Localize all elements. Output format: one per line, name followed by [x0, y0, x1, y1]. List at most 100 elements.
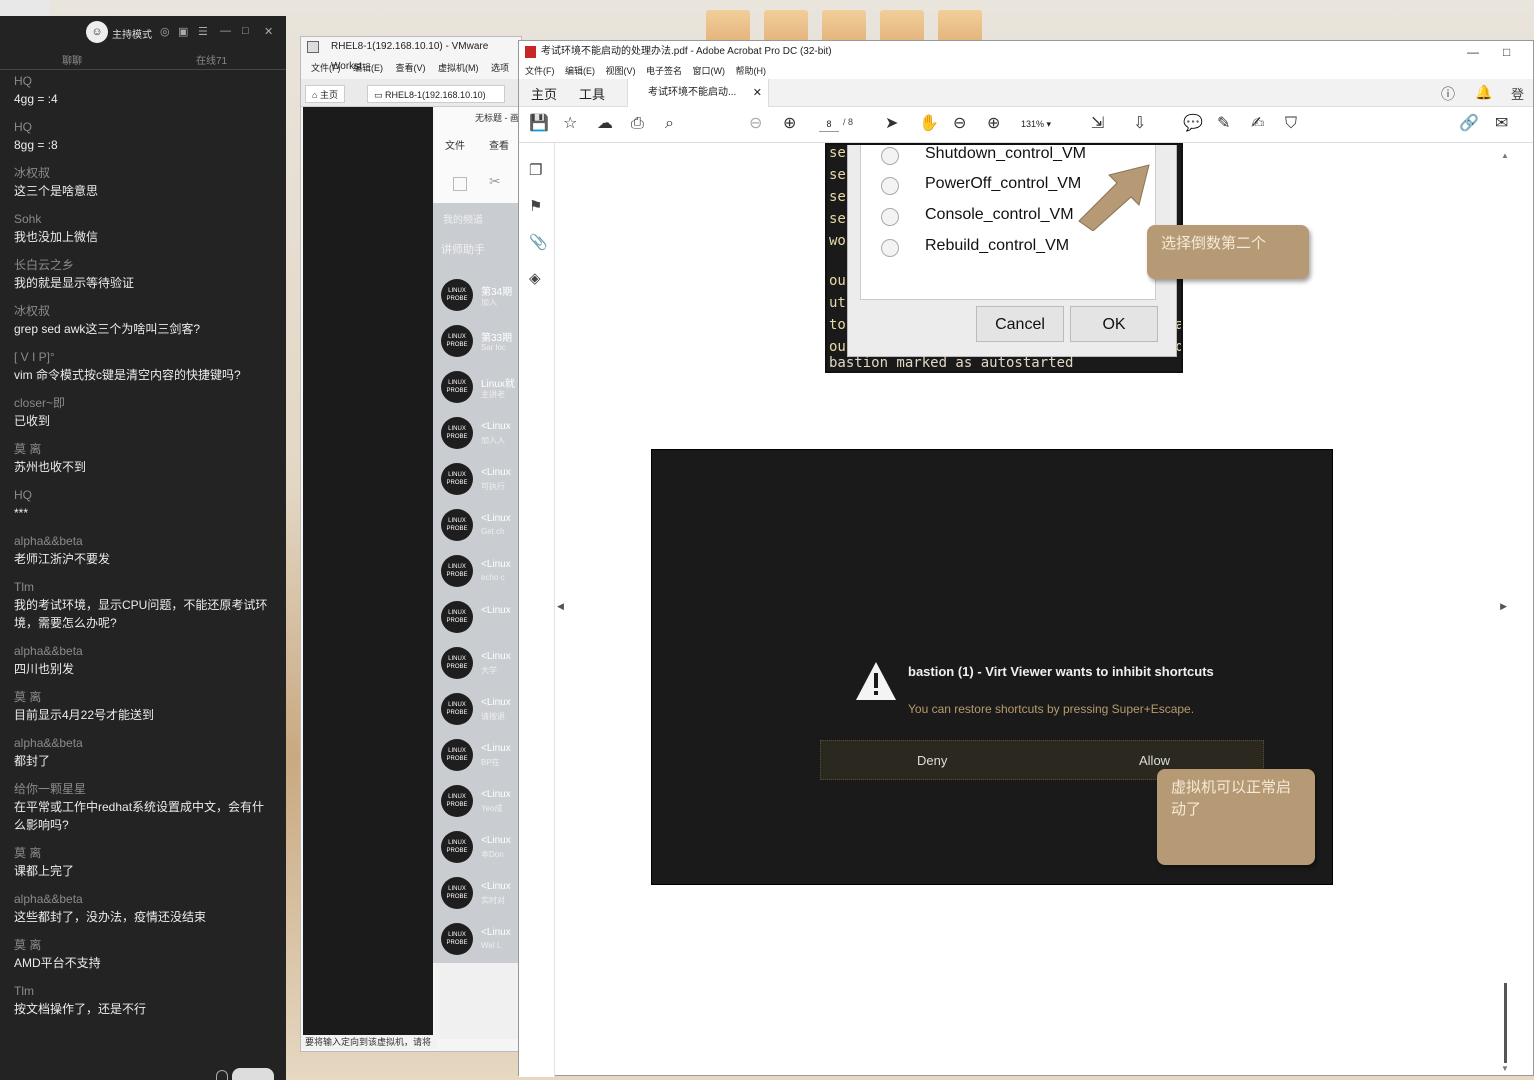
tab-chat[interactable]: 聊聊	[62, 52, 82, 67]
vmware-tab-bar: ⌂ 主页 ▭ RHEL8-1(192.168.10.10)	[301, 79, 521, 107]
message-text: 已收到	[14, 414, 51, 428]
collapse-left-icon[interactable]: ◀	[557, 601, 564, 612]
chat-message: 长白云之乡 我的就是显示等待验证	[14, 256, 274, 292]
print-icon[interactable]: ⎙	[631, 115, 644, 133]
radio-button[interactable]	[881, 177, 899, 195]
list-item[interactable]: LINUX PROBE <Linux 加入入	[441, 417, 521, 453]
desktop-folder-icon[interactable]	[706, 10, 750, 42]
highlight-pen-icon[interactable]: ✎	[1217, 115, 1230, 133]
document-view[interactable]: se se se se wo ou ut to ou c c c c ea id…	[565, 143, 1499, 1073]
desktop-folder-icon[interactable]	[764, 10, 808, 42]
list-item[interactable]: LINUX PROBE Linux就 主讲老	[441, 371, 521, 407]
list-item[interactable]: LINUX PROBE <Linux Yeo成	[441, 785, 521, 821]
document-tab[interactable]: 考试环境不能启动... ✕	[627, 79, 769, 107]
tab-home[interactable]: 主页	[531, 84, 557, 103]
radio-button[interactable]	[881, 239, 899, 257]
desktop-folder-icon[interactable]	[880, 10, 924, 42]
draw-icon[interactable]: ✍	[1251, 115, 1264, 133]
ok-button[interactable]: OK	[1070, 306, 1158, 342]
list-item[interactable]: LINUX PROBE <Linux Wel L	[441, 923, 521, 959]
zoom-out-icon[interactable]: ⊖	[953, 115, 966, 133]
paste-icon[interactable]	[453, 177, 467, 191]
terminal-text: se	[829, 189, 846, 205]
menu-file[interactable]: 文件	[445, 137, 465, 152]
stamp-icon[interactable]: ⛉	[1285, 115, 1297, 133]
desktop-folder-icon[interactable]	[822, 10, 866, 42]
chat-message: 莫 离目前显示4月22号才能送到	[14, 688, 274, 724]
bookmarks-icon[interactable]: ⚑	[529, 197, 542, 215]
list-item-title: <Linux	[481, 927, 511, 938]
radio-button[interactable]	[881, 208, 899, 226]
page-number-input[interactable]: 8	[819, 116, 839, 132]
list-item[interactable]: LINUX PROBE <Linux 实时对	[441, 877, 521, 913]
page-thumbnails-icon[interactable]: ❐	[529, 161, 542, 179]
maximize-button[interactable]: □	[1503, 41, 1510, 63]
linux-probe-logo: LINUX PROBE	[441, 555, 473, 587]
zoom-level-select[interactable]: 131% ▾	[1021, 116, 1071, 132]
list-item-subtitle: echo c	[481, 573, 505, 582]
list-item[interactable]: LINUX PROBE <Linux	[441, 601, 521, 637]
list-item-subtitle: 可执行	[481, 482, 505, 491]
menu-view[interactable]: 查看	[489, 137, 509, 152]
send-button[interactable]	[232, 1068, 274, 1080]
settings-icon[interactable]: ◎	[160, 25, 170, 38]
image-icon[interactable]: ▣	[178, 25, 188, 38]
hand-tool-icon[interactable]: ✋	[919, 115, 939, 133]
upload-cloud-icon[interactable]: ☁	[597, 115, 613, 133]
scroll-down-icon[interactable]: ▼	[1501, 1064, 1509, 1073]
deny-button[interactable]: Deny	[917, 753, 947, 768]
desktop-folder-icon[interactable]	[938, 10, 982, 42]
help-icon[interactable]: ⓘ	[1441, 84, 1455, 104]
allow-button[interactable]: Allow	[1139, 753, 1170, 768]
layers-icon[interactable]: ◈	[529, 269, 541, 287]
tab-home[interactable]: ⌂ 主页	[305, 85, 345, 103]
minimize-icon[interactable]: —	[220, 25, 231, 37]
tab-online[interactable]: 在线71	[196, 52, 227, 67]
scrollbar-thumb[interactable]	[1504, 983, 1507, 1063]
restore-icon[interactable]: □	[242, 25, 249, 37]
list-item[interactable]: LINUX PROBE <Linux echo c	[441, 555, 521, 591]
emoji-icon[interactable]	[216, 1070, 228, 1080]
zoom-in-icon[interactable]: ⊕	[987, 115, 1000, 133]
list-item[interactable]: LINUX PROBE <Linux 本Don	[441, 831, 521, 867]
list-item[interactable]: LINUX PROBE 第33期 Sar loc	[441, 325, 521, 361]
tab-tools[interactable]: 工具	[579, 84, 605, 103]
inner-window-toolbar: 无标题 - 画 文件 查看 ✂	[435, 107, 521, 203]
close-tab-icon[interactable]: ✕	[753, 79, 762, 107]
minimize-button[interactable]: —	[1467, 41, 1479, 63]
scroll-up-icon[interactable]: ▲	[1501, 151, 1509, 160]
list-item[interactable]: LINUX PROBE 第34期 加入	[441, 279, 521, 315]
share-link-icon[interactable]: 🔗	[1459, 115, 1479, 133]
tab-vm-label: RHEL8-1(192.168.10.10)	[385, 90, 486, 100]
host-avatar[interactable]: ☺	[86, 21, 108, 43]
scroll-mode-icon[interactable]: ⇩	[1133, 115, 1146, 133]
attachments-icon[interactable]: 📎	[529, 233, 548, 251]
previous-page-icon[interactable]: ⊖	[749, 115, 762, 133]
search-icon[interactable]: ⌕	[665, 115, 674, 133]
linux-probe-logo: LINUX PROBE	[441, 509, 473, 541]
acrobat-menu-bar[interactable]: 文件(F) 编辑(E) 视图(V) 电子签名 窗口(W) 帮助(H)	[519, 63, 1533, 79]
cancel-button[interactable]: Cancel	[976, 306, 1064, 342]
list-item[interactable]: LINUX PROBE <Linux BP在	[441, 739, 521, 775]
list-item[interactable]: LINUX PROBE <Linux Get ch	[441, 509, 521, 545]
list-item[interactable]: LINUX PROBE <Linux 请按退	[441, 693, 521, 729]
bookmark-star-icon[interactable]: ☆	[563, 115, 577, 133]
list-item[interactable]: LINUX PROBE <Linux 大学	[441, 647, 521, 683]
comment-icon[interactable]: 💬	[1183, 115, 1203, 133]
radio-button[interactable]	[881, 147, 899, 165]
cut-icon[interactable]: ✂	[489, 173, 501, 190]
select-cursor-icon[interactable]: ➤	[885, 115, 898, 133]
save-icon[interactable]: 💾	[529, 115, 549, 133]
sender-name: closer~即	[14, 396, 66, 410]
close-icon[interactable]: ✕	[264, 25, 273, 38]
chat-message: HQ 8gg = :8	[14, 118, 274, 154]
vertical-scrollbar[interactable]: ▲ ▼	[1501, 143, 1511, 1073]
fit-page-icon[interactable]: ⇲	[1091, 115, 1104, 133]
notification-bell-icon[interactable]: 🔔	[1475, 84, 1492, 101]
vm-console-screen[interactable]	[303, 107, 433, 1037]
next-page-icon[interactable]: ⊕	[783, 115, 796, 133]
tab-vm[interactable]: ▭ RHEL8-1(192.168.10.10)	[367, 85, 505, 103]
email-icon[interactable]: ✉	[1495, 115, 1508, 133]
list-item[interactable]: LINUX PROBE <Linux 可执行	[441, 463, 521, 499]
menu-icon[interactable]: ☰	[198, 25, 208, 38]
